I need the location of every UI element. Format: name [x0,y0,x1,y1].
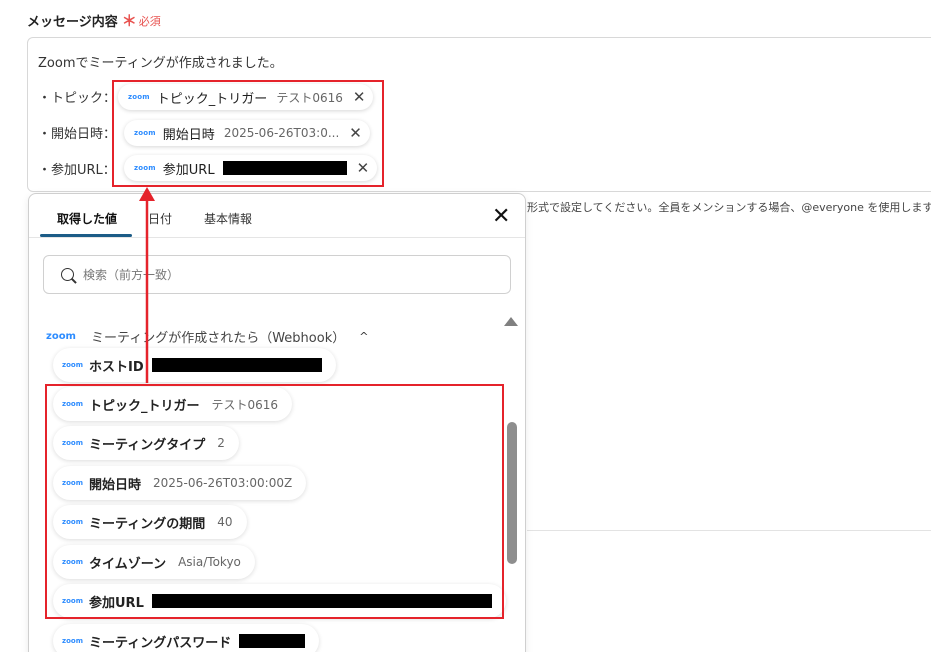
chip-value: テスト0616 [276,90,343,105]
list-item-topic[interactable]: zoom トピック_トリガー テスト0616 [53,387,293,421]
zoom-logo-icon: zoom [62,558,83,566]
item-label: ミーティングタイプ [89,437,206,453]
tab-date[interactable]: 日付 [148,210,172,227]
hint-text: 形式で設定してください。全員をメンションする場合、@everyone を使用しま… [527,201,931,214]
search-icon [61,268,74,281]
variable-chip-start-time[interactable]: zoom 開始日時 2025-06-26T03:0... ✕ [124,120,370,146]
zoom-logo-icon: zoom [62,439,83,447]
item-label: ホストID [89,359,144,375]
zoom-logo-icon: zoom [128,93,150,101]
search-input[interactable]: 検索（前方一致） [43,255,511,294]
editor-line-intro: Zoomでミーティングが作成されました。 [38,56,283,71]
list-item-meeting-password[interactable]: zoom ミーティングパスワード [53,624,320,652]
list-item-host-id[interactable]: zoom ホストID [53,348,336,382]
zoom-logo-icon: zoom [46,331,76,342]
list-item-join-url[interactable]: zoom 参加URL [53,584,506,618]
item-label: トピック_トリガー [89,398,200,414]
list-item-duration[interactable]: zoom ミーティングの期間 40 [53,505,247,539]
chip-label: トピック_トリガー [156,91,268,107]
message-content-label: メッセージ内容 ＊ 必須 [27,10,161,31]
zoom-logo-icon: zoom [62,597,83,605]
zoom-logo-icon: zoom [62,637,83,645]
variable-picker-panel: 取得した値 日付 基本情報 ✕ 検索（前方一致） zoom ミーティングが作成さ… [28,193,526,652]
required-text: 必須 [138,14,161,28]
item-value: 2 [217,436,225,450]
item-label: 参加URL [89,595,144,611]
chevron-up-icon[interactable]: ^ [359,330,368,343]
field-label-text: メッセージ内容 [27,15,118,30]
redacted-value [239,634,306,648]
trigger-group-header[interactable]: zoom ミーティングが作成されたら（Webhook） ^ [46,327,368,346]
scroll-up-arrow-icon[interactable] [504,317,518,326]
required-asterisk: ＊ [121,12,137,30]
item-label: ミーティングの期間 [89,516,206,532]
redacted-value [151,358,322,372]
chip-value: 2025-06-26T03:0... [223,126,340,140]
list-item-meeting-type[interactable]: zoom ミーティングタイプ 2 [53,426,239,460]
redacted-value [222,161,347,175]
item-value: テスト0616 [211,397,279,412]
editor-line-url-label: ・参加URL： [38,163,116,178]
item-label: 開始日時 [89,477,142,493]
remove-chip-icon[interactable]: ✕ [353,88,366,106]
zoom-logo-icon: zoom [62,479,83,487]
chip-label: 参加URL [162,162,215,178]
item-value: 40 [217,515,233,529]
tab-obtained-values[interactable]: 取得した値 [57,210,117,227]
remove-chip-icon[interactable]: ✕ [349,124,362,142]
redacted-value [151,594,492,608]
group-title: ミーティングが作成されたら（Webhook） [90,331,346,346]
list-item-timezone[interactable]: zoom タイムゾーン Asia/Tokyo [53,545,255,579]
remove-chip-icon[interactable]: ✕ [357,159,370,177]
active-tab-indicator [40,234,132,237]
chip-label: 開始日時 [162,127,215,143]
editor-line-topic-label: ・トピック： [38,91,117,106]
search-placeholder: 検索（前方一致） [83,268,180,282]
item-value: 2025-06-26T03:00:00Z [153,476,293,490]
zoom-logo-icon: zoom [62,518,83,526]
message-editor[interactable]: Zoomでミーティングが作成されました。 ・トピック： ・開始日時： ・参加UR… [27,37,931,192]
panel-tabs: 取得した値 日付 基本情報 ✕ [29,194,525,238]
item-value: Asia/Tokyo [178,555,241,569]
zoom-logo-icon: zoom [62,400,83,408]
list-item-start-time[interactable]: zoom 開始日時 2025-06-26T03:00:00Z [53,466,307,500]
close-icon[interactable]: ✕ [492,206,510,228]
variable-chip-join-url[interactable]: zoom 参加URL ✕ [124,155,378,181]
scrollbar-thumb[interactable] [507,422,517,564]
zoom-logo-icon: zoom [62,361,83,369]
item-label: タイムゾーン [89,556,167,572]
zoom-logo-icon: zoom [134,164,156,172]
variable-chip-topic[interactable]: zoom トピック_トリガー テスト0616 ✕ [118,84,374,110]
zoom-logo-icon: zoom [134,129,156,137]
divider [527,530,931,531]
item-label: ミーティングパスワード [89,635,232,651]
editor-line-start-label: ・開始日時： [38,127,117,142]
tab-basic-info[interactable]: 基本情報 [204,210,252,227]
